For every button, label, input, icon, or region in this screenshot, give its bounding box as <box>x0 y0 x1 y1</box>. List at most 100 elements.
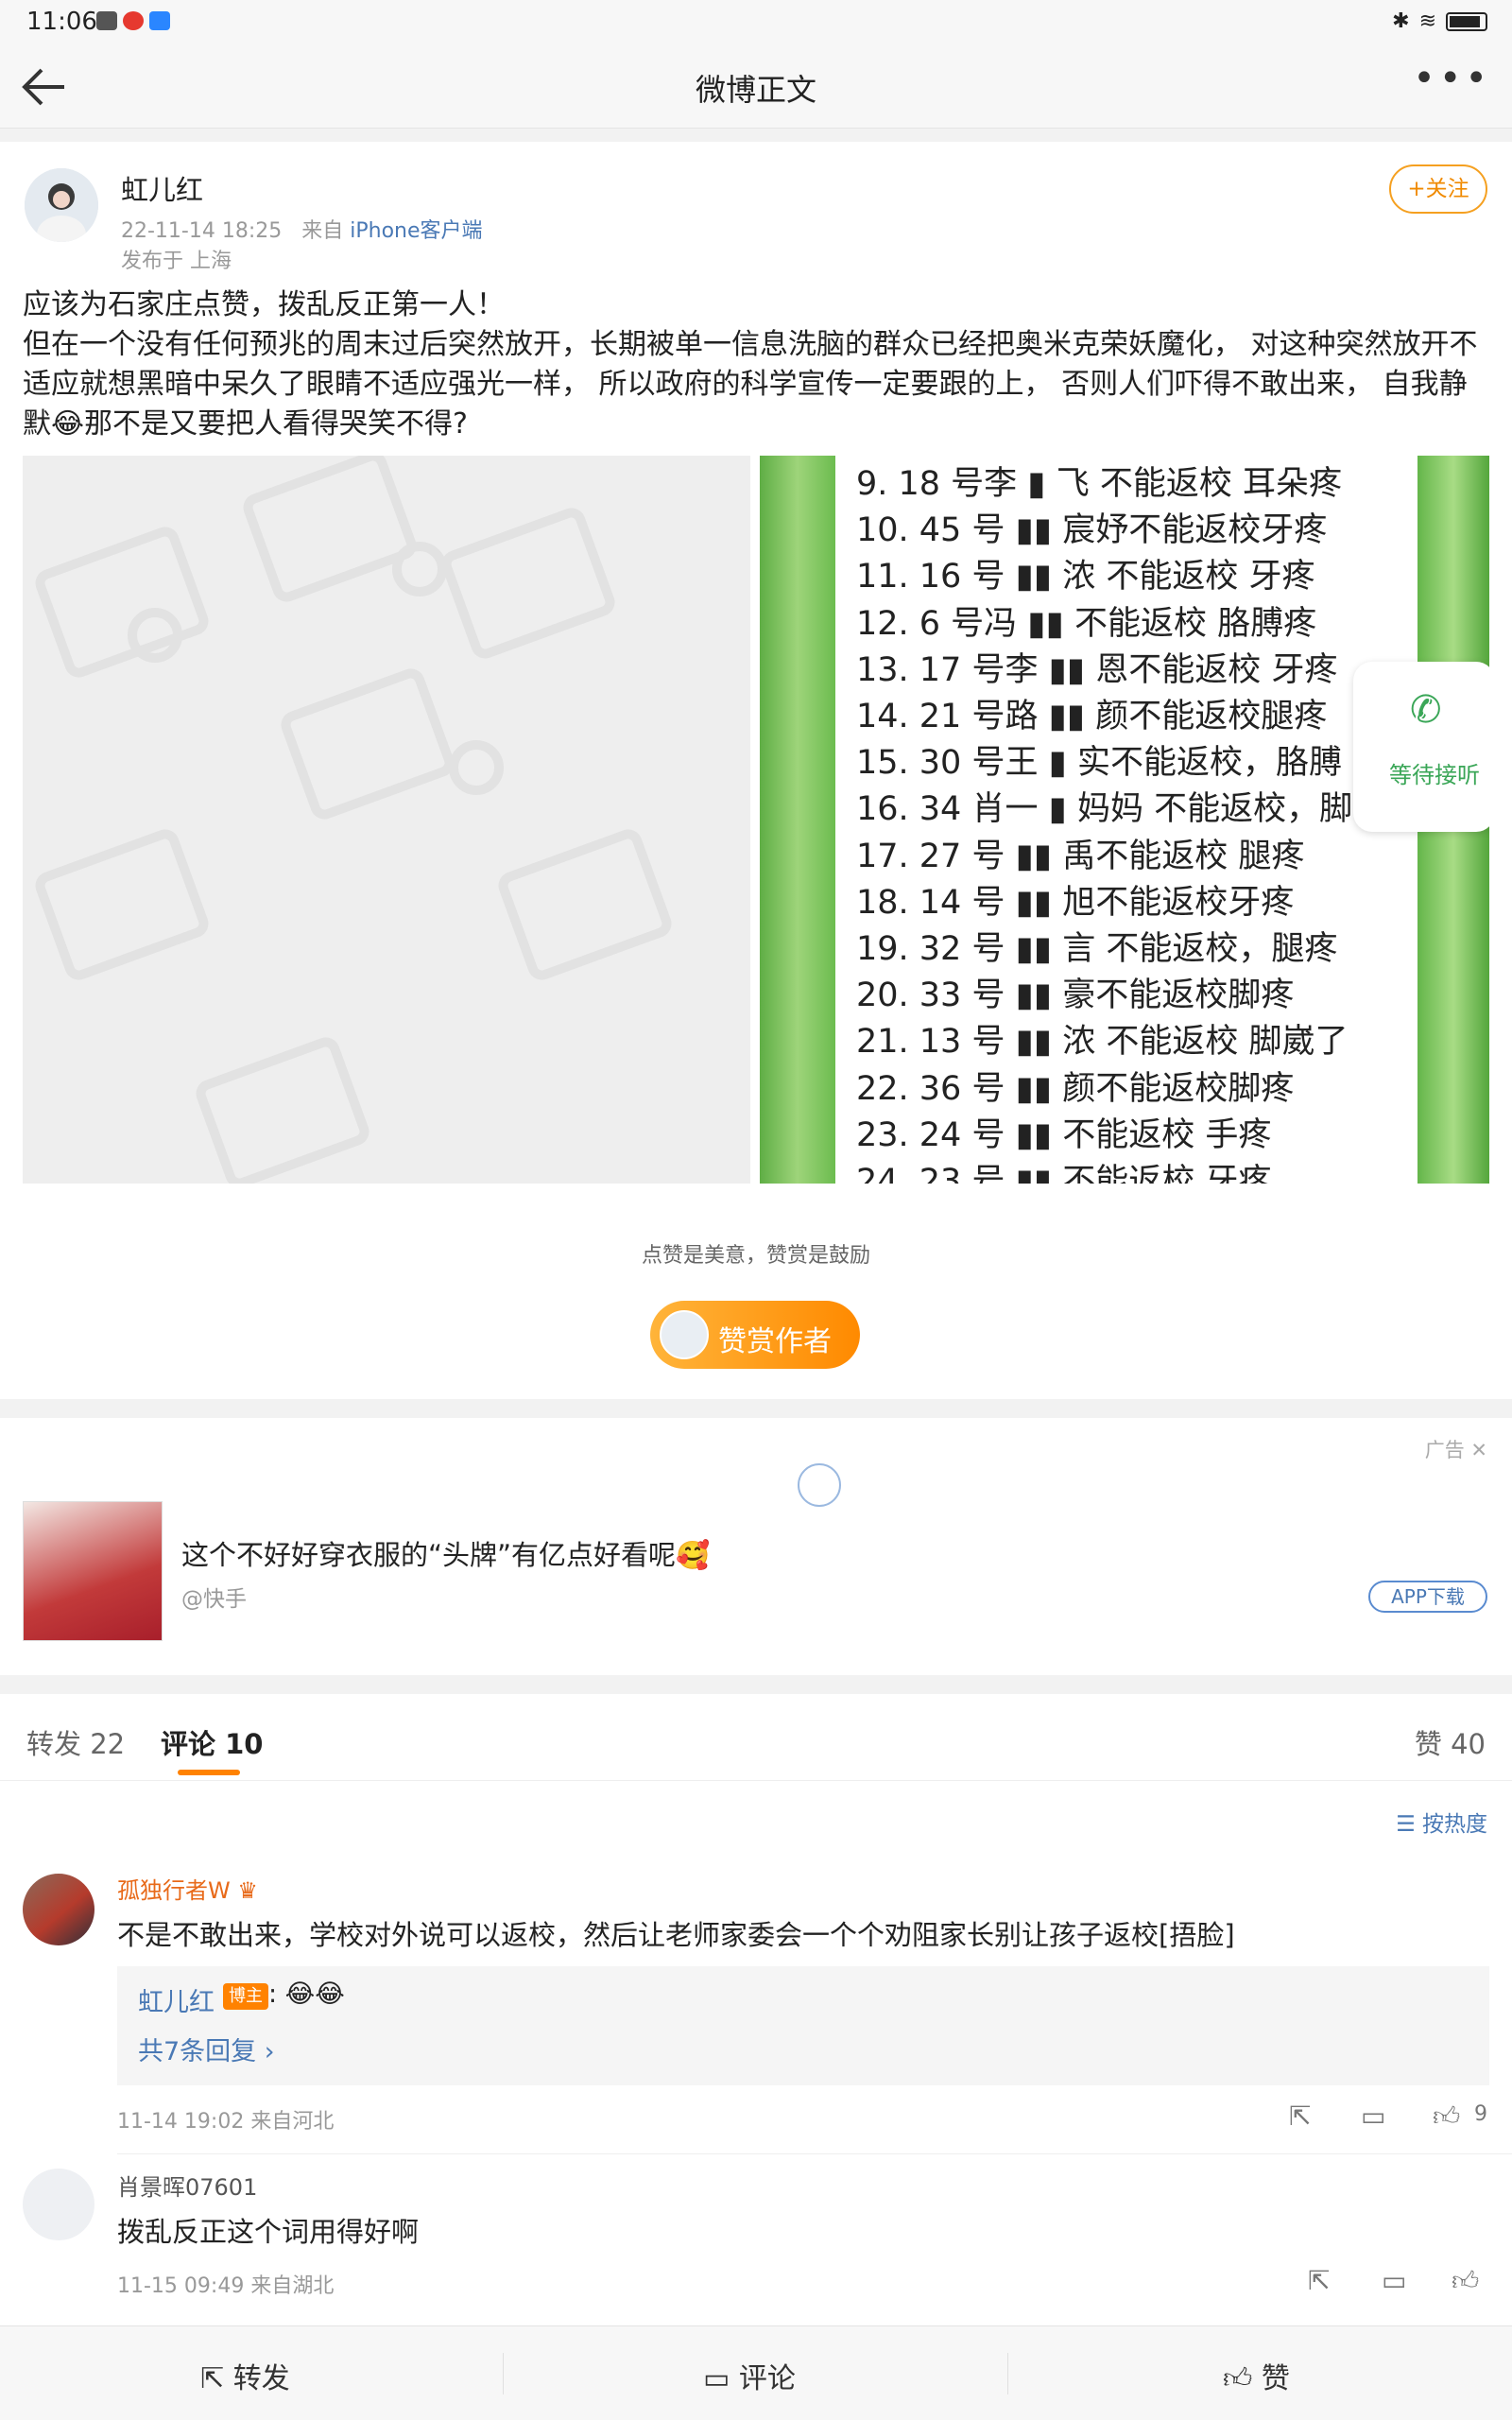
image-line: 22. 36 号 ▮▮ 颜不能返校脚疼 <box>856 1069 1295 1108</box>
reward-author-button[interactable]: 赞赏作者 <box>650 1301 860 1369</box>
like-icon[interactable]: 👍︎ <box>1433 2100 1460 2133</box>
image-line: 14. 21 号路 ▮▮ 颜不能返校腿疼 <box>856 698 1328 736</box>
image-line: 20. 33 号 ▮▮ 豪不能返校脚疼 <box>856 977 1295 1015</box>
commenter-name-text: 孤独行者W <box>117 1877 231 1904</box>
author-avatar[interactable] <box>25 168 98 242</box>
image-line: 17. 27 号 ▮▮ 禹不能返校 腿疼 <box>856 837 1305 875</box>
follow-button[interactable]: +关注 <box>1389 164 1487 214</box>
commenter-avatar[interactable] <box>23 1874 94 1945</box>
comment-text: 不是不敢出来，学校对外说可以返校，然后让老师家委会一个个劝阻家长别让孩子返校[捂… <box>117 1919 1235 1951</box>
ad-title[interactable]: 这个不好好穿衣服的“头牌”有亿点好看呢🥰 <box>181 1533 710 1573</box>
commenter-name[interactable]: 孤独行者W ♛ <box>117 1872 258 1905</box>
reply-icon[interactable]: ▭ <box>1361 2100 1385 2132</box>
post-location: 发布于 上海 <box>121 250 232 273</box>
reply-icon[interactable]: ▭ <box>1382 2265 1406 2296</box>
battery-icon <box>1446 11 1487 31</box>
status-bar: 11:06 ✱ ≋ <box>0 0 1512 45</box>
image-text-lines: 9. 18 号李 ▮ 飞 不能返校 耳朵疼 10. 45 号 ▮▮ 宸妤不能返校… <box>856 461 1385 1184</box>
reply-text: : 😂😂 <box>268 1979 345 2009</box>
comment-meta: 11-15 09:49 来自湖北 <box>117 2274 335 2298</box>
reward-avatar <box>660 1310 709 1359</box>
reply-box[interactable]: 虹儿红 博主 : 😂😂 共7条回复 › <box>117 1966 1489 2085</box>
ad-tag[interactable]: 广告 ✕ <box>1425 1435 1487 1463</box>
commenter-avatar[interactable] <box>23 2169 94 2240</box>
comment-text: 拨乱反正这个词用得好啊 <box>117 2216 420 2248</box>
image-line: 10. 45 号 ▮▮ 宸妤不能返校牙疼 <box>856 511 1328 550</box>
weibo-icon <box>123 11 144 30</box>
image-placeholder-icon <box>35 456 672 1184</box>
sort-label: 按热度 <box>1422 1812 1487 1837</box>
status-notification-icons <box>96 11 170 30</box>
video-icon <box>96 11 117 30</box>
image-line: 18. 14 号 ▮▮ 旭不能返校牙疼 <box>856 883 1295 922</box>
more-options-icon[interactable]: ••• <box>1413 57 1491 100</box>
reply-author[interactable]: 虹儿红 <box>138 1981 215 2018</box>
wifi-icon: ≋ <box>1418 9 1436 33</box>
sort-icon: ☰ <box>1396 1812 1416 1837</box>
nav-bar: 微博正文 ••• <box>0 45 1512 129</box>
image-line: 19. 32 号 ▮▮ 言 不能返校，腿疼 <box>856 930 1338 969</box>
image-line: 15. 30 号王 ▮ 实不能返校，胳膊 <box>856 744 1342 783</box>
ad-card[interactable]: 广告 ✕ 这个不好好穿衣服的“头牌”有亿点好看呢🥰 @快手 APP下载 <box>0 1418 1512 1675</box>
divider <box>1007 2353 1008 2394</box>
author-badge: 博主 <box>223 1983 268 2010</box>
repost-label: 转发 <box>232 2362 290 2395</box>
app-download-button[interactable]: APP下载 <box>1368 1581 1487 1613</box>
comment-button[interactable]: ▭ 评论 <box>703 2355 796 2396</box>
source-prefix: 来自 <box>301 219 344 243</box>
call-popup: ✆ 等待接听 <box>1353 662 1489 832</box>
bottom-action-bar: ⇱ 转发 ▭ 评论 👍︎ 赞 <box>0 2325 1512 2420</box>
post-date: 22-11-14 18:25 <box>121 219 283 243</box>
comment-label: 评论 <box>738 2362 796 2395</box>
tab-like[interactable]: 赞 40 <box>1415 1722 1486 1762</box>
image-line: 11. 16 号 ▮▮ 浓 不能返校 牙疼 <box>856 558 1315 596</box>
image-line: 21. 13 号 ▮▮ 浓 不能返校 脚崴了 <box>856 1023 1349 1062</box>
active-tab-indicator <box>178 1770 240 1775</box>
post-image-placeholder[interactable] <box>23 456 750 1184</box>
tab-comment[interactable]: 评论 10 <box>161 1722 263 1762</box>
image-line: 9. 18 号李 ▮ 飞 不能返校 耳朵疼 <box>856 465 1342 503</box>
share-icon[interactable]: ⇱ <box>1289 2100 1311 2132</box>
bluetooth-icon: ✱ <box>1392 9 1410 33</box>
image-line: 13. 17 号李 ▮▮ 恩不能返校 牙疼 <box>856 650 1338 689</box>
like-icon[interactable]: 👍︎ <box>1452 2265 1479 2297</box>
image-line: 12. 6 号冯 ▮▮ 不能返校 胳膊疼 <box>856 604 1317 643</box>
post-text: 应该为石家庄点赞，拨乱反正第一人！ 但在一个没有任何预兆的周末过后突然放开，长期… <box>23 288 1478 441</box>
post-source[interactable]: iPhone客户端 <box>350 219 482 243</box>
vip-crown-icon: ♛ <box>237 1877 258 1904</box>
image-line: 23. 24 号 ▮▮ 不能返校 手疼 <box>856 1115 1272 1154</box>
share-icon[interactable]: ⇱ <box>1308 2265 1330 2296</box>
divider <box>503 2353 504 2394</box>
tab-repost[interactable]: 转发 22 <box>26 1722 125 1762</box>
image-line: 24. 23 号 ▮▮ 不能返校 牙疼 <box>856 1163 1272 1184</box>
reward-tip: 点赞是美意，赞赏是鼓励 <box>641 1244 870 1268</box>
repost-button[interactable]: ⇱ 转发 <box>200 2355 290 2396</box>
view-all-replies-link[interactable]: 共7条回复 › <box>138 2031 275 2067</box>
author-name[interactable]: 虹儿红 <box>121 168 203 208</box>
image-line: 16. 34 肖一 ▮ 妈妈 不能返校，脚 <box>856 790 1353 829</box>
interaction-tabs: 转发 22 评论 10 赞 40 <box>0 1694 1512 1781</box>
post-image-notice[interactable]: 9. 18 号李 ▮ 飞 不能返校 耳朵疼 10. 45 号 ▮▮ 宸妤不能返校… <box>760 456 1489 1184</box>
post-card: 虹儿红 22-11-14 18:25 来自 iPhone客户端 发布于 上海 +… <box>0 142 1512 1399</box>
reward-label: 赞赏作者 <box>718 1325 832 1358</box>
commenter-name[interactable]: 肖景晖07601 <box>117 2169 257 2202</box>
ad-label: 广告 <box>1424 1439 1465 1461</box>
comment-meta: 11-14 19:02 来自河北 <box>117 2110 335 2134</box>
post-meta: 22-11-14 18:25 来自 iPhone客户端 <box>121 214 483 244</box>
like-button[interactable]: 👍︎ 赞 <box>1223 2355 1290 2396</box>
green-background <box>760 456 835 1184</box>
repost-icon: ⇱ <box>200 2362 225 2395</box>
status-system-icons: ✱ ≋ <box>1392 9 1487 33</box>
close-icon[interactable]: ✕ <box>1470 1439 1487 1461</box>
comment-divider <box>117 2153 1512 2154</box>
ad-thumbnail[interactable] <box>23 1501 163 1641</box>
phone-icon: ✆ <box>1410 688 1442 732</box>
page-title: 微博正文 <box>695 72 816 108</box>
comment-like-count: 9 <box>1474 2102 1487 2126</box>
loading-spinner-icon <box>798 1463 841 1507</box>
call-popup-text: 等待接听 <box>1389 762 1480 788</box>
like-icon: 👍︎ <box>1223 2362 1253 2395</box>
ad-subtitle: @快手 <box>181 1587 247 1612</box>
comment-icon: ▭ <box>703 2362 730 2395</box>
sort-button[interactable]: ☰ 按热度 <box>1396 1806 1487 1838</box>
